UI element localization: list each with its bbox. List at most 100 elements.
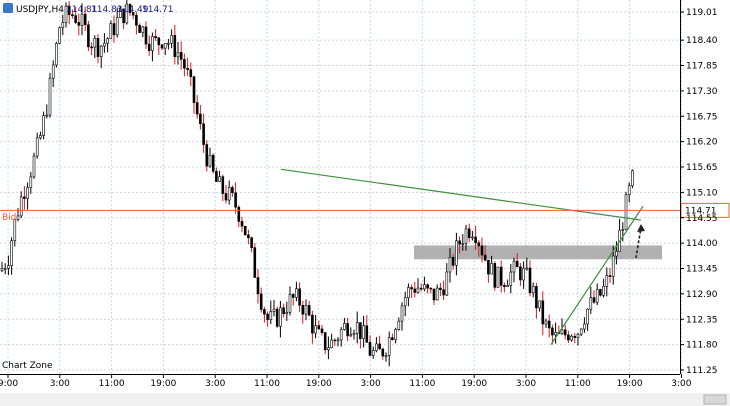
candle-body <box>90 46 93 49</box>
candle-body <box>19 196 23 217</box>
scrollbar-thumb[interactable] <box>703 394 727 405</box>
ohlc-close: 114.71 <box>142 5 174 15</box>
candle-body <box>176 52 180 58</box>
chart-icon <box>3 3 13 13</box>
candle-body <box>448 257 452 273</box>
candle-body <box>362 325 365 340</box>
candle-body <box>195 102 199 115</box>
y-tick-label: 114.55 <box>686 214 718 224</box>
candle-body <box>355 322 359 334</box>
candle-body <box>250 237 253 248</box>
candle-body <box>275 308 279 327</box>
candle-body <box>627 185 631 196</box>
candle-body <box>535 286 538 309</box>
candle-body <box>227 187 231 201</box>
y-tick-label: 112.35 <box>686 315 718 325</box>
candle-body <box>586 308 589 325</box>
candle-body <box>186 67 189 70</box>
candle-body <box>301 304 305 315</box>
candle-body <box>157 37 161 46</box>
x-tick-label: 3:00 <box>516 379 536 389</box>
candle-body <box>378 343 381 350</box>
candle-body <box>215 170 218 182</box>
y-tick-label: 111.80 <box>686 341 718 351</box>
candle-body <box>138 24 141 33</box>
candle-body <box>359 322 362 340</box>
candle-body <box>135 14 138 26</box>
candle-body <box>429 287 433 290</box>
candle-body <box>595 289 599 303</box>
y-tick-label: 113.45 <box>686 265 718 275</box>
candle-body <box>151 36 154 51</box>
candle-body <box>512 260 516 273</box>
candle-body <box>106 38 109 44</box>
candle-body <box>234 192 237 208</box>
candle-body <box>397 320 401 330</box>
candle-body <box>487 259 490 275</box>
candle-body <box>631 170 634 187</box>
x-tick-label: 19:00 <box>150 379 176 389</box>
candle-body <box>493 263 497 288</box>
candlestick-chart[interactable]: 114.71 119.01 118.40 117.85 117.30 116.75 116… <box>0 0 730 406</box>
candle-body <box>42 115 45 136</box>
y-tick-label: 118.40 <box>686 36 718 46</box>
candle-body <box>352 332 356 335</box>
candle-body <box>480 245 484 256</box>
x-tick-label: 11:00 <box>409 379 435 389</box>
candle-body <box>544 320 548 325</box>
candle-body <box>170 35 173 44</box>
candle-body <box>29 176 33 188</box>
bid-label: Bid <box>2 213 16 223</box>
candle-body <box>48 77 52 116</box>
candle-body <box>109 23 113 40</box>
candle-body <box>621 229 625 231</box>
candle-body <box>183 59 186 69</box>
candle-body <box>458 240 461 245</box>
candle-body <box>624 194 628 230</box>
candle-body <box>435 287 439 301</box>
candle-body <box>519 266 522 281</box>
candle-body <box>339 329 343 341</box>
candle-body <box>410 287 413 290</box>
candle-body <box>141 26 145 33</box>
x-tick-label: 11:00 <box>565 379 591 389</box>
candle-body <box>467 228 471 239</box>
candle-body <box>483 254 487 261</box>
candle-body <box>570 335 573 341</box>
y-tick-label: 111.25 <box>686 366 718 376</box>
x-tick-label: 3:00 <box>50 379 70 389</box>
candle-body <box>336 339 340 342</box>
candle-body <box>375 343 378 351</box>
candle-body <box>23 196 26 199</box>
candle-body <box>368 342 372 356</box>
candle-body <box>221 176 225 194</box>
candle-body <box>16 215 20 220</box>
candle-body <box>3 268 7 270</box>
candle-body <box>589 297 593 310</box>
axis-layer: 119.01 118.40 117.85 117.30 116.75 116.20 115.… <box>0 0 718 389</box>
candle-body <box>35 137 39 157</box>
upper-trendline <box>280 168 642 221</box>
horizontal-scrollbar[interactable] <box>0 393 730 406</box>
candle-body <box>381 348 385 357</box>
candle-body <box>83 13 87 26</box>
candle-body <box>330 339 333 349</box>
y-tick-label: 115.65 <box>686 163 718 173</box>
candle-body <box>7 265 10 269</box>
candle-body <box>599 289 602 296</box>
candle-body <box>266 313 269 320</box>
candle-body <box>442 289 445 296</box>
candle-body <box>343 323 346 330</box>
candle-body <box>295 288 298 298</box>
candle-body <box>240 221 244 227</box>
candle-body <box>256 277 260 295</box>
candle-body <box>403 297 407 307</box>
candle-body <box>253 247 257 278</box>
x-tick-label: 3:00 <box>205 379 225 389</box>
candle-body <box>365 325 369 343</box>
candle-body <box>522 267 525 281</box>
candle-body <box>371 350 375 356</box>
candle-body <box>77 22 81 26</box>
candle-body <box>179 52 183 60</box>
x-tick-label: 11:00 <box>99 379 125 389</box>
